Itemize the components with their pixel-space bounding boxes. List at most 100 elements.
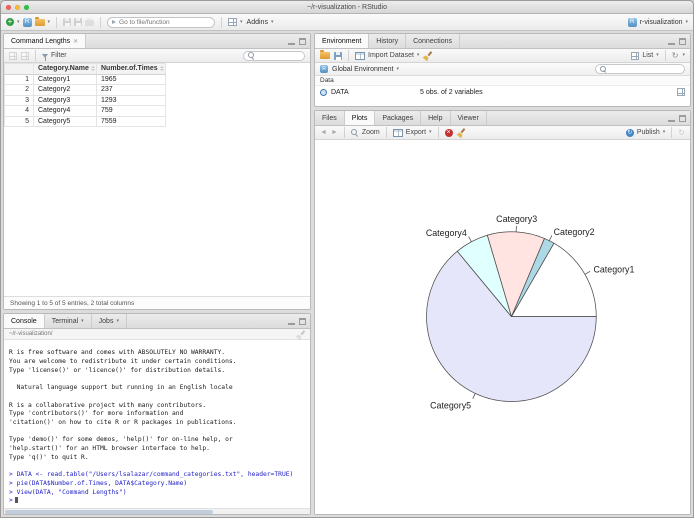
- tab-label: Packages: [382, 114, 414, 122]
- console-output[interactable]: Platform: x86_64-apple-darwin15.6.0 (64-…: [4, 340, 310, 508]
- print-icon[interactable]: [85, 18, 95, 26]
- addins-menu[interactable]: Addins ▾: [247, 19, 274, 26]
- refresh-environment-icon[interactable]: ↻: [672, 51, 679, 60]
- list-view-button[interactable]: List ▾: [631, 51, 659, 60]
- tab-viewer[interactable]: Viewer: [451, 111, 487, 125]
- environment-scope-row: R Global Environment ▾: [315, 63, 690, 76]
- filter-button[interactable]: Filter: [42, 52, 67, 61]
- next-plot-icon[interactable]: ►: [331, 129, 338, 136]
- new-file-caret-icon[interactable]: ▾: [17, 19, 20, 25]
- toolbar-separator: [664, 50, 666, 61]
- tab-plots[interactable]: Plots: [344, 111, 376, 125]
- tab-jobs[interactable]: Jobs ▾: [92, 314, 127, 328]
- maximize-pane-icon[interactable]: [679, 115, 686, 122]
- column-header-number-of-times[interactable]: Number.of.Times: [96, 63, 166, 75]
- row-number-header[interactable]: [4, 63, 34, 75]
- table-search-input[interactable]: [257, 52, 301, 59]
- show-in-window-icon[interactable]: [9, 51, 17, 60]
- new-project-icon[interactable]: R: [22, 17, 32, 27]
- table-cell: 7559: [96, 115, 166, 127]
- export-label: Export: [405, 129, 427, 136]
- table-cell: Category5: [33, 115, 97, 127]
- column-header-category-name[interactable]: Category.Name: [33, 63, 97, 75]
- zoom-window-icon[interactable]: [24, 5, 29, 10]
- table-row[interactable]: 4 Category4 759: [4, 105, 166, 117]
- close-tab-icon[interactable]: ✕: [73, 38, 78, 45]
- open-file-caret-icon[interactable]: ▾: [48, 19, 51, 25]
- import-dataset-button[interactable]: Import Dataset ▾: [355, 51, 419, 60]
- refresh-caret-icon[interactable]: ▾: [682, 53, 685, 58]
- open-file-icon[interactable]: [34, 16, 45, 26]
- table-status-bar: Showing 1 to 5 of 5 entries, 2 total col…: [4, 296, 310, 309]
- tab-environment[interactable]: Environment: [315, 34, 370, 48]
- project-menu[interactable]: R r-visualization ▾: [627, 17, 688, 27]
- tab-files[interactable]: Files: [315, 111, 345, 125]
- tab-command-lengths[interactable]: Command Lengths ✕: [4, 34, 87, 48]
- clear-objects-icon[interactable]: [423, 51, 432, 60]
- toolbar-separator: [221, 16, 223, 28]
- zoom-plot-button[interactable]: Zoom: [351, 129, 380, 137]
- minimize-pane-icon[interactable]: [668, 115, 675, 122]
- tab-label: Files: [322, 114, 337, 122]
- table-row[interactable]: 3 Category3 1293: [4, 94, 166, 106]
- save-workspace-icon[interactable]: [334, 51, 342, 60]
- working-directory[interactable]: ~/r-visualization/: [9, 331, 53, 337]
- console-hscrollbar[interactable]: [4, 508, 310, 514]
- console-panel: Console Terminal ▾ Jobs ▾ ~/r-visualizat…: [3, 313, 311, 515]
- environment-search-input[interactable]: [609, 66, 681, 72]
- console-line: Natural language support but running in …: [9, 384, 233, 392]
- maximize-pane-icon[interactable]: [299, 38, 306, 45]
- list-view-caret-icon: ▾: [656, 52, 659, 58]
- export-plot-button[interactable]: Export ▾: [392, 128, 432, 137]
- refresh-plot-icon[interactable]: ↻: [678, 128, 685, 137]
- terminal-caret-icon[interactable]: ▾: [81, 318, 84, 324]
- table-search-box[interactable]: [243, 50, 305, 61]
- table-row[interactable]: 1 Category1 1965: [4, 73, 166, 85]
- environment-object-row[interactable]: DATA 5 obs. of 2 variables: [315, 86, 690, 98]
- column-header-label: Category.Name: [38, 65, 89, 73]
- goto-file-box[interactable]: [107, 16, 216, 28]
- remove-plot-icon[interactable]: ×: [444, 128, 453, 137]
- publish-icon: ↻: [625, 128, 634, 137]
- data-grid: Category.Name Number.of.Times 1 Category1…: [4, 63, 310, 309]
- load-workspace-icon[interactable]: [320, 50, 330, 59]
- popout-icon[interactable]: [21, 51, 29, 60]
- maximize-pane-icon[interactable]: [679, 38, 686, 45]
- panes-icon[interactable]: [228, 18, 238, 26]
- tab-connections[interactable]: Connections: [406, 34, 460, 48]
- environment-scope-menu[interactable]: Global Environment ▾: [332, 66, 399, 73]
- minimize-pane-icon[interactable]: [288, 38, 295, 45]
- minimize-pane-icon[interactable]: [668, 38, 675, 45]
- new-file-icon[interactable]: +: [6, 18, 14, 26]
- minimize-pane-icon[interactable]: [288, 318, 295, 325]
- tab-console[interactable]: Console: [4, 314, 45, 328]
- tab-packages[interactable]: Packages: [375, 111, 422, 125]
- table-row[interactable]: 5 Category5 7559: [4, 115, 166, 127]
- panes-caret-icon[interactable]: ▾: [240, 19, 243, 25]
- minimize-window-icon[interactable]: [15, 5, 20, 10]
- data-viewer-tabbar: Command Lengths ✕: [4, 34, 310, 49]
- view-object-icon[interactable]: [677, 88, 685, 96]
- clear-console-icon[interactable]: [296, 330, 305, 339]
- jobs-caret-icon[interactable]: ▾: [116, 318, 119, 324]
- save-icon[interactable]: [63, 18, 72, 26]
- previous-plot-icon[interactable]: ◄: [320, 129, 327, 136]
- tab-help[interactable]: Help: [421, 111, 451, 125]
- publish-caret-icon: ▾: [662, 129, 666, 135]
- clear-all-plots-icon[interactable]: [457, 128, 466, 137]
- list-view-label: List: [642, 52, 654, 59]
- maximize-pane-icon[interactable]: [299, 318, 306, 325]
- scrollbar-thumb[interactable]: [5, 510, 214, 514]
- plot-area: Category1 Category2 Category3 Category4 Cate…: [315, 140, 690, 514]
- table-row[interactable]: 2 Category2 237: [4, 84, 166, 96]
- goto-file-input[interactable]: [119, 18, 211, 26]
- publish-button[interactable]: ↻ Publish ▾: [625, 128, 666, 137]
- table-status-text: Showing 1 to 5 of 5 entries, 2 total col…: [10, 299, 135, 307]
- tab-terminal[interactable]: Terminal ▾: [45, 314, 92, 328]
- save-all-icon[interactable]: [74, 18, 83, 26]
- tab-history[interactable]: History: [369, 34, 407, 48]
- close-window-icon[interactable]: [6, 5, 11, 10]
- environment-search-box[interactable]: [595, 64, 685, 74]
- search-icon: [247, 52, 255, 60]
